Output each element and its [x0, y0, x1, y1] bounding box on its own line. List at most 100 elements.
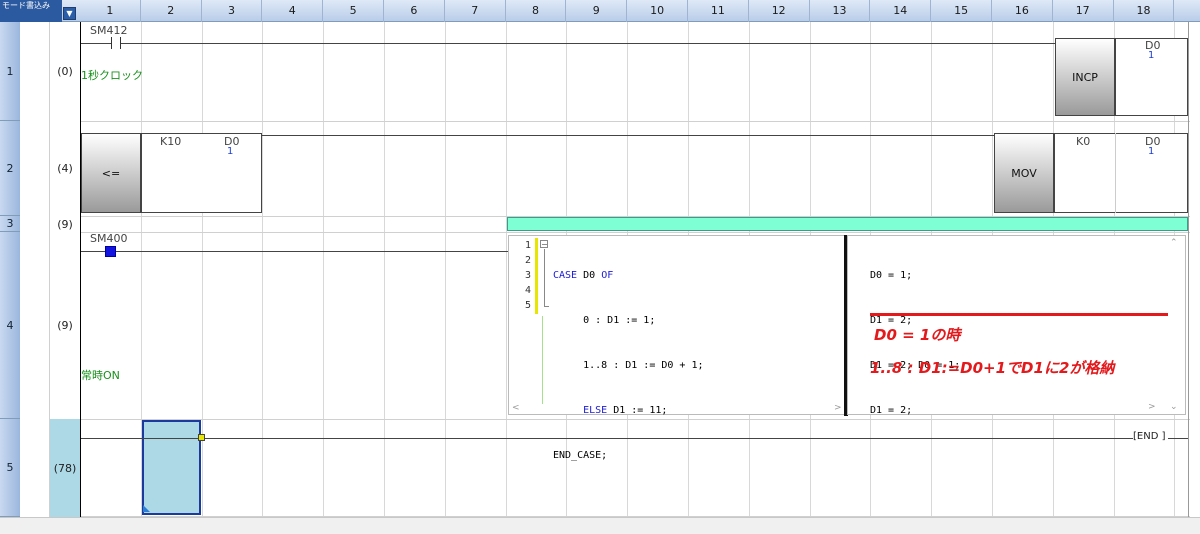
gutter — [20, 22, 50, 517]
grid-column-line — [444, 22, 446, 517]
line-number: 3 — [524, 270, 531, 281]
code-line-3: 1..8 : D1 := D0 + 1; — [553, 358, 704, 373]
code-text: 1..8 : D1 := D0 + 1; — [553, 360, 704, 371]
column-header-13[interactable]: 13 — [810, 0, 871, 22]
operand-value: 1 — [1148, 50, 1155, 61]
cursor-selection[interactable] — [142, 420, 201, 515]
code-line-1: CASE D0 OF — [553, 268, 704, 283]
rung-wire — [121, 43, 1056, 44]
grid-column-line — [262, 22, 264, 517]
compare-operator[interactable]: <= — [81, 133, 141, 213]
instruction-incp[interactable]: INCP — [1055, 38, 1115, 116]
rung-wire — [81, 251, 508, 252]
monitor-line: D1 = 2; — [870, 405, 913, 416]
scroll-right-icon[interactable]: > — [1148, 402, 1156, 412]
row-number-2[interactable]: 2 — [0, 121, 20, 216]
scroll-up-icon[interactable]: ⌃ — [1170, 238, 1178, 248]
grid-column-line — [323, 22, 325, 517]
grid-column-line — [201, 22, 203, 517]
monitor-line: D0 = 1; — [870, 270, 913, 281]
line-number: 4 — [524, 285, 531, 296]
code-text: D0 — [577, 270, 602, 281]
scroll-right-icon[interactable]: > — [834, 403, 842, 413]
line-number-gutter: 1 2 3 4 5 — [509, 238, 531, 313]
step-number-5: (78) — [50, 419, 80, 517]
column-header-8[interactable]: 8 — [506, 0, 567, 22]
rung-wire — [81, 43, 111, 44]
end-instruction[interactable]: [END ] — [1133, 431, 1166, 442]
row-number-3[interactable]: 3 — [0, 216, 20, 232]
column-header-4[interactable]: 4 — [262, 0, 324, 22]
contact-device-sm400[interactable]: SM400 — [90, 232, 127, 245]
display-mode-dropdown[interactable]: ▼ — [63, 7, 76, 20]
step-number-2: (4) — [57, 162, 73, 175]
column-header-1[interactable]: 1 — [80, 0, 141, 22]
mov-destination-value: 1 — [1148, 146, 1155, 157]
scroll-down-icon[interactable]: ⌄ — [1170, 402, 1178, 412]
fold-line — [544, 249, 545, 307]
contact-device-sm412[interactable]: SM412 — [90, 24, 127, 37]
annotation-line-1: D0 = 1の時 — [874, 326, 961, 344]
device-comment: 常時ON — [81, 369, 120, 382]
inline-st-header[interactable] — [507, 217, 1188, 231]
keyword: ELSE — [583, 405, 608, 416]
row-divider — [80, 121, 1190, 122]
step-number-1: (0) — [57, 65, 73, 78]
contact-on-indicator[interactable] — [105, 246, 116, 257]
device-comment: 1秒クロック — [81, 69, 143, 82]
code-text: 0 : D1 := 1; — [553, 315, 656, 326]
column-header-7[interactable]: 7 — [445, 0, 506, 22]
column-header-14[interactable]: 14 — [870, 0, 932, 22]
row-number-4[interactable]: 4 — [0, 232, 20, 419]
st-code-editor[interactable]: 1 2 3 4 5 − CASE D0 OF 0 : D1 := 1; 1..8… — [508, 235, 845, 461]
line-number: 1 — [524, 240, 531, 251]
column-header-15[interactable]: 15 — [931, 0, 992, 22]
row-number-5[interactable]: 5 — [0, 419, 20, 517]
code-line-5: END_CASE; — [553, 448, 704, 463]
column-header-6[interactable]: 6 — [384, 0, 445, 22]
rung-wire — [81, 438, 1133, 439]
rung-wire — [262, 135, 994, 136]
column-header-2[interactable]: 2 — [141, 0, 202, 22]
column-header-11[interactable]: 11 — [688, 0, 749, 22]
mode-label: モード書込み — [0, 0, 62, 22]
annotation-underline — [870, 313, 1168, 316]
left-power-rail — [80, 22, 81, 517]
instruction-mov[interactable]: MOV — [994, 133, 1054, 213]
right-power-rail — [1188, 22, 1189, 517]
compare-s1: K10 — [160, 135, 182, 148]
cursor-handle-fill — [199, 435, 204, 440]
mov-operands-box — [1054, 133, 1188, 213]
bottom-scrollbar-area[interactable] — [0, 517, 1200, 534]
cursor-corner-marker — [143, 505, 150, 512]
row-number-1[interactable]: 1 — [0, 22, 20, 121]
code-lines[interactable]: CASE D0 OF 0 : D1 := 1; 1..8 : D1 := D0 … — [553, 238, 704, 493]
fold-line-end — [544, 306, 549, 307]
column-header-3[interactable]: 3 — [202, 0, 263, 22]
column-header-18[interactable]: 18 — [1114, 0, 1175, 22]
line-number: 2 — [524, 255, 531, 266]
column-header-12[interactable]: 12 — [749, 0, 810, 22]
monitor-pane[interactable]: D0 = 1; D1 = 2; D1 = 2; D0 = 1; D1 = 2; … — [847, 235, 1186, 416]
change-marker — [535, 238, 538, 314]
annotation-line-2: 1..8 : D1:=D0+1でD1に2が格納 — [870, 359, 1115, 377]
compare-s2-value: 1 — [227, 146, 234, 157]
column-header-10[interactable]: 10 — [627, 0, 688, 22]
grid-column-line — [384, 22, 385, 517]
no-contact-symbol[interactable] — [111, 37, 121, 49]
column-header-16[interactable]: 16 — [992, 0, 1053, 22]
line-number: 5 — [524, 300, 531, 311]
code-line-4: ELSE D1 := 11; — [553, 403, 704, 418]
code-text: END_CASE; — [553, 450, 608, 461]
column-header-5[interactable]: 5 — [323, 0, 384, 22]
column-header-17[interactable]: 17 — [1053, 0, 1114, 22]
editor-margin — [542, 316, 543, 404]
column-header-9[interactable]: 9 — [566, 0, 628, 22]
keyword: CASE — [553, 270, 578, 281]
grid-column-line — [505, 22, 507, 517]
end-label: END — [1136, 431, 1159, 442]
step-number-3: (9) — [57, 217, 73, 231]
scroll-left-icon[interactable]: < — [512, 403, 520, 413]
fold-toggle-icon[interactable]: − — [540, 240, 548, 249]
